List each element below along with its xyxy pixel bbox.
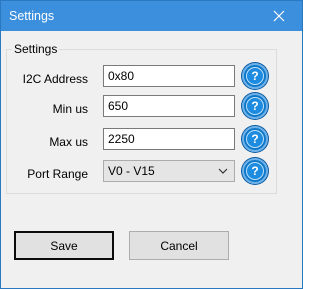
close-button[interactable] (256, 1, 302, 31)
port-range-help-button[interactable]: ? (242, 158, 268, 184)
title-bar[interactable]: Settings (1, 1, 302, 31)
window-title: Settings (9, 9, 55, 23)
settings-dialog: Settings Settings I2C Address ? Min us ?… (0, 0, 303, 289)
help-icon-glyph: ? (251, 99, 259, 113)
port-range-select[interactable]: V0 - V15 (103, 160, 235, 182)
min-us-label: Min us (52, 102, 88, 116)
i2c-address-help-button[interactable]: ? (242, 63, 268, 89)
help-icon: ? (246, 67, 264, 85)
help-icon: ? (246, 130, 264, 148)
help-icon-glyph: ? (251, 69, 259, 83)
help-icon-glyph: ? (251, 164, 259, 178)
max-us-help-button[interactable]: ? (242, 126, 268, 152)
chevron-down-icon (218, 168, 228, 174)
port-range-label: Port Range (27, 167, 88, 181)
max-us-label: Max us (49, 135, 88, 149)
settings-groupbox: Settings I2C Address ? Min us ? Max us ?… (6, 42, 277, 194)
min-us-input[interactable] (103, 95, 235, 117)
max-us-input[interactable] (103, 128, 235, 150)
help-icon: ? (246, 97, 264, 115)
close-icon (273, 10, 285, 22)
help-icon: ? (246, 162, 264, 180)
cancel-button[interactable]: Cancel (129, 231, 229, 260)
i2c-address-label: I2C Address (22, 72, 88, 86)
min-us-help-button[interactable]: ? (242, 93, 268, 119)
help-icon-glyph: ? (251, 132, 259, 146)
save-button[interactable]: Save (14, 231, 114, 260)
groupbox-legend: Settings (12, 42, 60, 56)
port-range-selected-value: V0 - V15 (108, 164, 155, 178)
i2c-address-input[interactable] (103, 65, 235, 87)
